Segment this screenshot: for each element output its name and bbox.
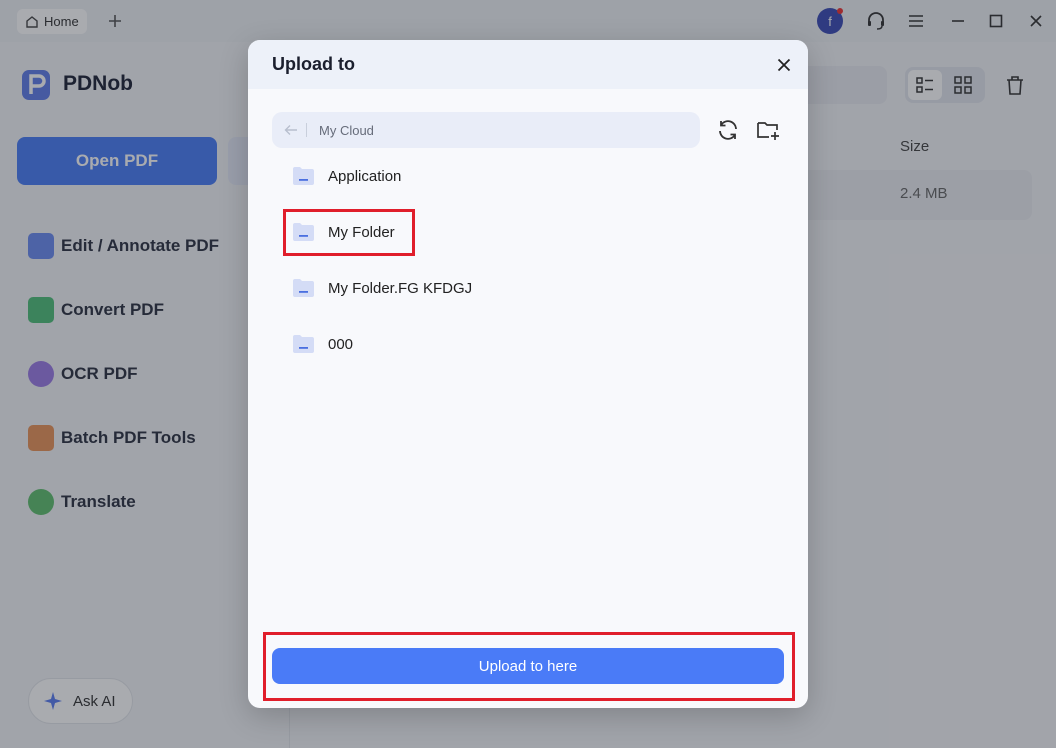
- refresh-icon[interactable]: [716, 118, 740, 142]
- folder-icon: [293, 335, 314, 353]
- highlight-box-upload: [263, 632, 795, 701]
- folder-name: My Folder.FG KFDGJ: [328, 279, 473, 297]
- folder-icon: [293, 279, 314, 297]
- arrow-left-icon: [284, 125, 297, 135]
- breadcrumb-divider: [306, 123, 307, 137]
- dialog-header: Upload to: [248, 40, 808, 89]
- folder-icon: [293, 167, 314, 185]
- folder-item[interactable]: My Folder.FG KFDGJ: [292, 274, 472, 302]
- dialog-close-button[interactable]: [772, 53, 796, 77]
- highlight-box-folder: [283, 209, 415, 256]
- folder-item[interactable]: Application: [292, 162, 401, 190]
- new-folder-icon[interactable]: [756, 118, 780, 142]
- dialog-title: Upload to: [272, 54, 355, 74]
- folder-item[interactable]: 000: [292, 330, 353, 358]
- breadcrumb: My Cloud: [272, 112, 700, 148]
- folder-name: Application: [328, 167, 402, 185]
- upload-dialog: Upload to My Cloud Application My Folder…: [248, 40, 808, 708]
- back-button[interactable]: [284, 122, 300, 138]
- breadcrumb-path: My Cloud: [319, 122, 374, 138]
- folder-name: 000: [328, 335, 354, 353]
- close-icon: [777, 58, 791, 72]
